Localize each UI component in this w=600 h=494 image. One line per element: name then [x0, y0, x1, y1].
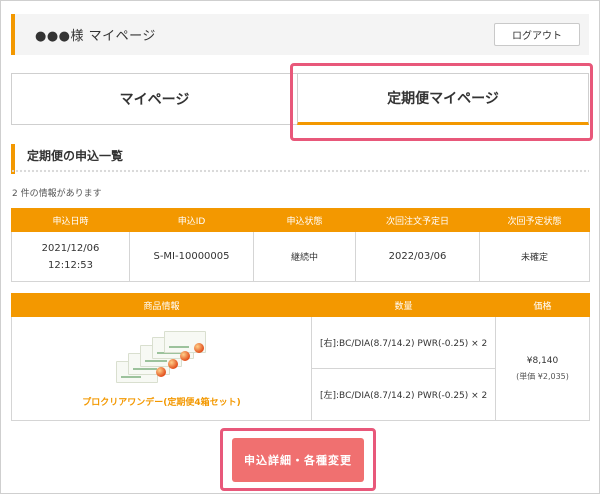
table-row: 2021/12/06 12:12:53 S-MI-10000005 継続中 20…: [11, 231, 590, 282]
product-name-link[interactable]: プロクリアワンデー(定期便4箱セット): [12, 395, 311, 408]
cell-next-status: 未確定: [479, 231, 590, 282]
items-header-row: 商品情報 数量 価格: [11, 293, 590, 317]
table-row: プロクリアワンデー(定期便4箱セット) [右]:BC/DIA(8.7/14.2)…: [11, 316, 590, 421]
order-time: 12:12:53: [48, 259, 93, 271]
subscription-table: 申込日時 申込ID 申込状態 次回注文予定日 次回予定状態 2021/12/06…: [11, 208, 590, 282]
cell-next-date: 2022/03/06: [355, 231, 480, 282]
section-title: 定期便の申込一覧: [27, 149, 124, 163]
page-frame: ●●●様 マイページ ログアウト マイページ 定期便マイページ 定期便の申込一覧…: [0, 0, 600, 494]
table-header-row: 申込日時 申込ID 申込状態 次回注文予定日 次回予定状態: [11, 208, 590, 232]
col-header-next-status: 次回予定状態: [479, 208, 590, 232]
items-table: 商品情報 数量 価格 プロクリアワンデー(定期便4箱セット) [右]:BC/DI…: [11, 293, 590, 421]
product-info-cell: プロクリアワンデー(定期便4箱セット): [11, 316, 312, 421]
product-image: [115, 331, 208, 387]
result-count: 2 件の情報があります: [12, 189, 102, 199]
dotted-divider: [11, 169, 589, 173]
tab-subscription-mypage[interactable]: 定期便マイページ: [297, 73, 589, 125]
order-detail-button[interactable]: 申込詳細・各種変更: [232, 438, 364, 482]
spec-right-eye: [右]:BC/DIA(8.7/14.2) PWR(-0.25) × 2: [311, 316, 496, 369]
price-cell: ¥8,140 (単価 ¥2,035): [495, 316, 590, 421]
col-header-status: 申込状態: [253, 208, 356, 232]
order-date: 2021/12/06: [41, 242, 100, 254]
col-header-next-date: 次回注文予定日: [355, 208, 480, 232]
col-header-price: 価格: [495, 293, 590, 317]
logout-button[interactable]: ログアウト: [494, 23, 580, 46]
price-total: ¥8,140: [526, 355, 559, 366]
col-header-quantity: 数量: [311, 293, 496, 317]
page-header: ●●●様 マイページ ログアウト: [11, 14, 589, 55]
col-header-date: 申込日時: [11, 208, 130, 232]
cell-id: S-MI-10000005: [129, 231, 254, 282]
col-header-id: 申込ID: [129, 208, 254, 232]
tab-mypage[interactable]: マイページ: [11, 73, 298, 125]
col-header-product: 商品情報: [11, 293, 312, 317]
page-title: ●●●様 マイページ: [35, 29, 156, 44]
spec-left-eye: [左]:BC/DIA(8.7/14.2) PWR(-0.25) × 2: [311, 368, 496, 421]
cell-status: 継続中: [253, 231, 356, 282]
cell-date: 2021/12/06 12:12:53: [11, 231, 130, 282]
price-unit: (単価 ¥2,035): [516, 371, 569, 381]
